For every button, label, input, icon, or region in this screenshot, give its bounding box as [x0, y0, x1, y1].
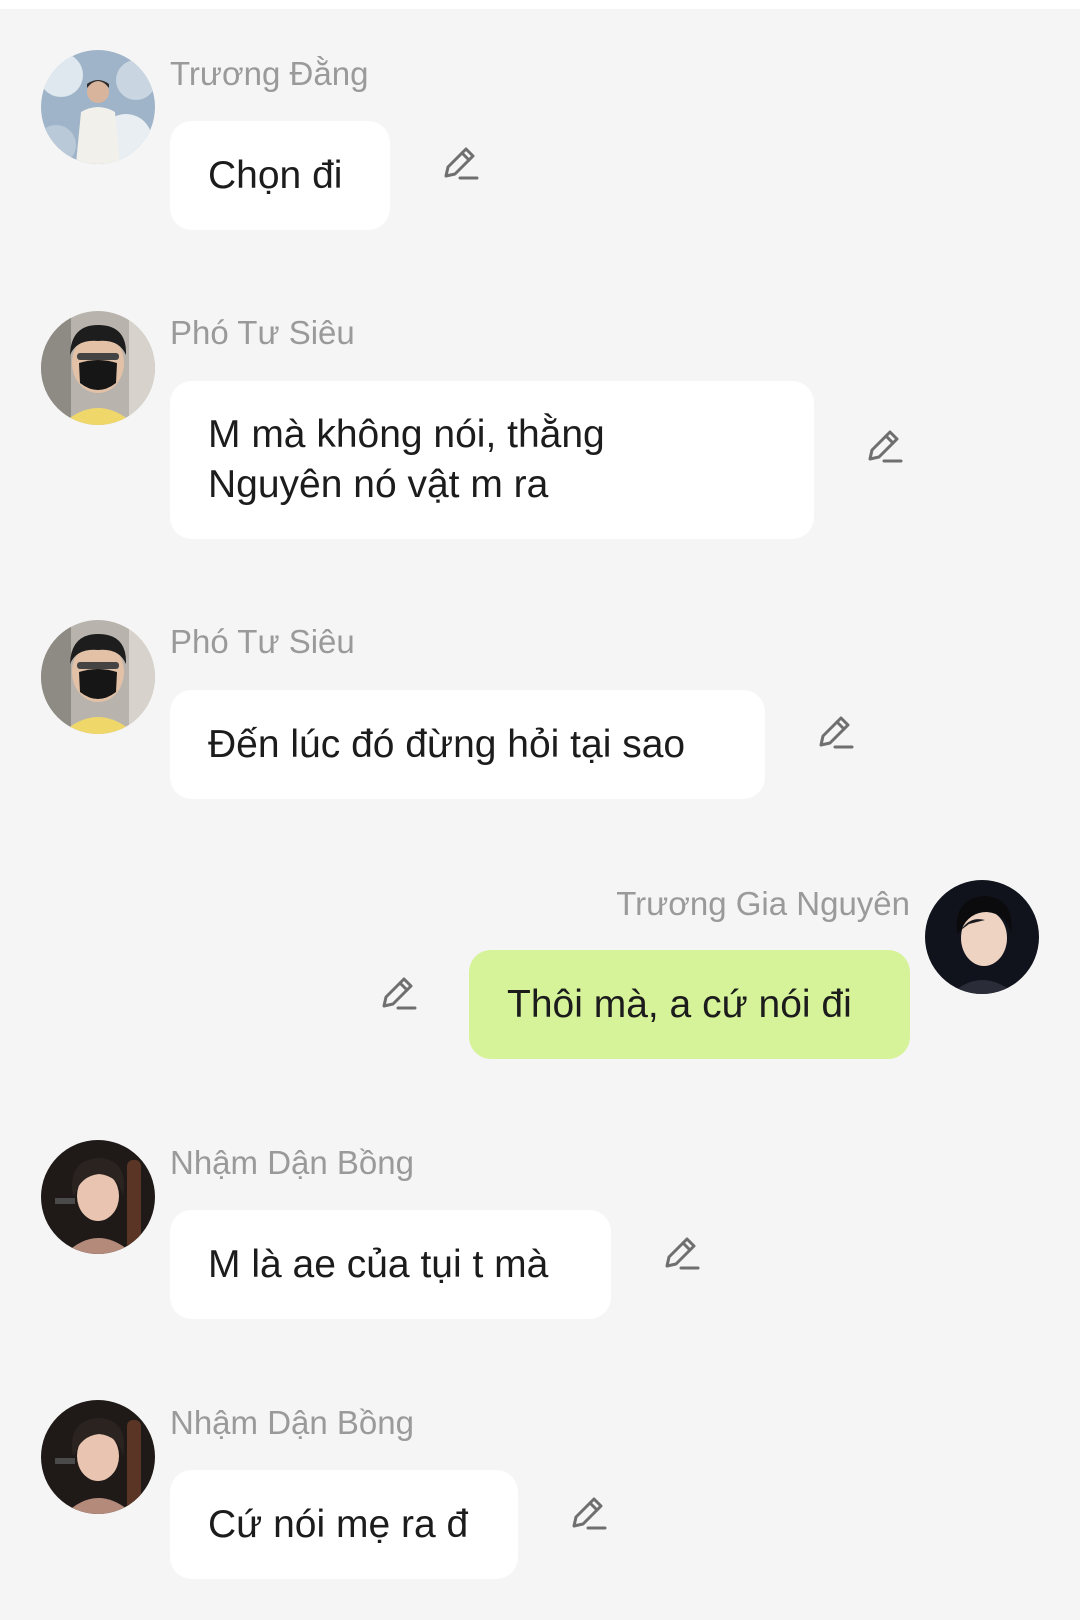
- message-bubble[interactable]: Đến lúc đó đừng hỏi tại sao: [170, 690, 765, 799]
- avatar-pho-tu-sieu[interactable]: [41, 620, 155, 734]
- message-bubble[interactable]: M mà không nói, thằng Nguyên nó vật m ra: [170, 381, 814, 539]
- pencil-edit-icon[interactable]: [440, 143, 480, 183]
- avatar-truong-dang[interactable]: [41, 50, 155, 164]
- pencil-edit-icon[interactable]: [864, 426, 904, 466]
- message-bubble[interactable]: Cứ nói mẹ ra đ: [170, 1470, 518, 1579]
- sender-name: Nhậm Dận Bồng: [170, 1144, 414, 1181]
- message-text: M là ae của tụi t mà: [208, 1242, 549, 1286]
- message-text: Đến lúc đó đừng hỏi tại sao: [208, 722, 686, 766]
- message-text: Chọn đi: [208, 153, 343, 197]
- message-text: Thôi mà, a cứ nói đi: [507, 982, 852, 1026]
- pencil-edit-icon[interactable]: [378, 973, 418, 1013]
- sender-name: Trương Đằng: [170, 55, 369, 92]
- sender-name: Phó Tư Siêu: [170, 314, 355, 351]
- pencil-edit-icon[interactable]: [568, 1493, 608, 1533]
- sender-name: Phó Tư Siêu: [170, 623, 355, 660]
- avatar-nham-dan-bong[interactable]: [41, 1400, 155, 1514]
- message-text: M mà không nói, thằng Nguyên nó vật m ra: [208, 413, 605, 506]
- sender-name: Nhậm Dận Bồng: [170, 1404, 414, 1441]
- pencil-edit-icon[interactable]: [815, 712, 855, 752]
- top-edge: [0, 0, 1080, 9]
- avatar-truong-gia-nguyen[interactable]: [925, 880, 1039, 994]
- message-bubble-self[interactable]: Thôi mà, a cứ nói đi: [469, 950, 910, 1059]
- avatar-nham-dan-bong[interactable]: [41, 1140, 155, 1254]
- message-bubble[interactable]: Chọn đi: [170, 121, 390, 230]
- message-bubble[interactable]: M là ae của tụi t mà: [170, 1210, 611, 1319]
- message-text: Cứ nói mẹ ra đ: [208, 1502, 469, 1546]
- pencil-edit-icon[interactable]: [661, 1233, 701, 1273]
- avatar-pho-tu-sieu[interactable]: [41, 311, 155, 425]
- sender-name: Trương Gia Nguyên: [616, 885, 910, 922]
